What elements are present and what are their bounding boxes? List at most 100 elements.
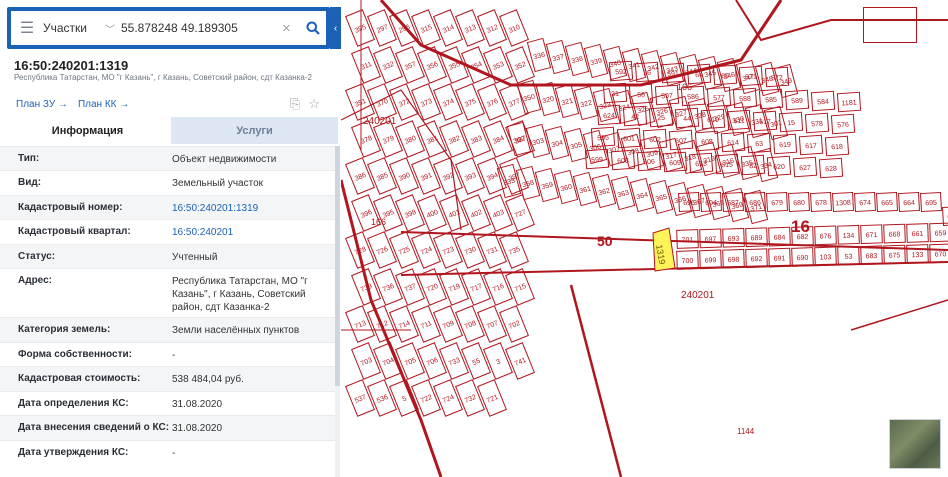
parcel[interactable]: 578 xyxy=(804,112,830,134)
parcel[interactable]: 693 xyxy=(722,227,745,248)
document-icon[interactable]: ⎘ xyxy=(290,96,300,112)
parcel[interactable]: 678 xyxy=(810,191,832,213)
chevron-down-icon[interactable]: ﹀ xyxy=(105,21,121,36)
parcel[interactable]: 699 xyxy=(699,249,722,270)
map-canvas[interactable]: 395 297 296 315 314 313 312 310311 332 357 356 355 3… xyxy=(341,0,948,477)
parcel[interactable]: 53 xyxy=(837,245,860,266)
search-input[interactable]: 55.878248 49.189305 xyxy=(121,21,282,35)
parcel[interactable]: 576 xyxy=(830,113,856,135)
parcel[interactable]: 676 xyxy=(814,225,837,246)
plan-kk-link[interactable]: План КК → xyxy=(78,99,129,110)
tab-services[interactable]: Услуги xyxy=(171,117,338,144)
parcel[interactable]: 700 xyxy=(676,250,699,270)
parcel[interactable]: 319 xyxy=(696,141,722,177)
parcel[interactable]: 618 xyxy=(824,135,850,157)
parcel[interactable]: 679 xyxy=(766,191,788,213)
chevron-left-icon: ‹ xyxy=(333,22,338,34)
parcel-number: 674 xyxy=(859,200,871,208)
parcel[interactable]: 364 xyxy=(629,177,655,213)
parcel[interactable]: 608 xyxy=(694,130,720,152)
parcel[interactable]: 664 xyxy=(898,191,920,213)
collapse-panel-button[interactable]: ‹ xyxy=(330,7,341,49)
parcel[interactable]: 665 xyxy=(876,191,898,213)
parcel-number: 297 xyxy=(376,24,390,35)
parcel-number: 618 xyxy=(831,144,843,152)
parcel[interactable]: 371 xyxy=(743,189,769,225)
parcel[interactable]: 337 xyxy=(545,39,571,75)
parcel[interactable]: 363 xyxy=(610,175,636,211)
parcel[interactable]: 627 xyxy=(792,156,818,178)
parcel[interactable]: 671 xyxy=(860,224,883,245)
info-label: Адрес: xyxy=(18,275,52,286)
parcel[interactable]: 305 xyxy=(563,127,589,163)
parcel[interactable]: 628 xyxy=(818,157,844,179)
parcel[interactable]: 15 xyxy=(778,111,804,133)
parcel[interactable]: 584 xyxy=(810,90,836,112)
parcel-number: 739 xyxy=(360,283,374,294)
menu-icon[interactable]: ☰ xyxy=(11,18,43,38)
parcel[interactable]: 595 xyxy=(590,126,616,148)
cadastral-map[interactable]: 395 297 296 315 314 313 312 310 311 332 357 356 355 3… xyxy=(341,0,948,477)
parcel[interactable]: 321 xyxy=(554,83,580,119)
parcel[interactable]: 691 xyxy=(768,247,791,268)
parcel[interactable]: 695 xyxy=(920,191,942,213)
parcel[interactable]: 697 xyxy=(699,228,722,249)
parcel[interactable]: 339 xyxy=(583,43,609,79)
parcel[interactable]: 661 xyxy=(906,223,929,243)
parcel[interactable]: 320 xyxy=(535,81,561,117)
parcel[interactable]: 685 xyxy=(942,205,948,227)
parcel[interactable]: 607 xyxy=(668,129,694,151)
parcel[interactable]: 619 xyxy=(772,133,798,155)
parcel[interactable]: 680 xyxy=(788,191,810,213)
parcel[interactable]: 670 xyxy=(929,243,948,264)
panel-scrollbar[interactable] xyxy=(335,146,340,477)
parcel[interactable]: 597 xyxy=(654,84,680,106)
parcel-number: 599 xyxy=(591,157,603,165)
cadastral-number-link[interactable]: 16:50:240201:1319 xyxy=(172,202,322,215)
parcel[interactable]: 338 xyxy=(564,41,590,77)
parcel[interactable]: 134 xyxy=(837,224,860,245)
quarter-label-left: 240201 xyxy=(363,116,397,127)
parcel[interactable]: 668 xyxy=(883,223,906,244)
basemap-switch-thumbnail[interactable] xyxy=(889,419,941,469)
parcel[interactable]: 360 xyxy=(553,169,579,205)
search-icon[interactable] xyxy=(300,21,326,35)
parcel[interactable]: 304 xyxy=(544,125,570,161)
parcel[interactable]: 701 xyxy=(676,229,699,249)
parcel[interactable]: 358 xyxy=(515,165,541,201)
parcel[interactable]: 674 xyxy=(854,191,876,213)
parcel[interactable]: 692 xyxy=(745,248,768,269)
parcel-number: 716 xyxy=(492,283,506,294)
parcel[interactable]: 341 xyxy=(621,47,647,83)
parcel[interactable]: 698 xyxy=(722,248,745,269)
parcel[interactable]: 585 xyxy=(758,88,784,110)
parcel[interactable]: 333 xyxy=(496,163,522,199)
star-icon[interactable]: ☆ xyxy=(308,96,320,112)
parcel-number: 338 xyxy=(571,56,584,66)
parcel[interactable]: 362 xyxy=(591,173,617,209)
parcel-number: 608 xyxy=(701,139,713,147)
parcel[interactable]: 322 xyxy=(573,85,599,121)
parcel-64[interactable] xyxy=(863,7,917,43)
parcel[interactable]: 133 xyxy=(906,244,929,264)
parcel[interactable]: 1181 xyxy=(836,91,862,113)
parcel[interactable]: 361 xyxy=(572,171,598,207)
parcel[interactable]: 359 xyxy=(534,167,560,203)
tab-info[interactable]: Информация xyxy=(4,117,171,144)
scrollbar-thumb[interactable] xyxy=(335,146,340,386)
parcel-number: 304 xyxy=(551,140,564,150)
cadastral-quarter-link[interactable]: 16:50:240201 xyxy=(172,226,322,239)
parcel[interactable]: 690 xyxy=(791,247,814,267)
parcel[interactable]: 103 xyxy=(814,246,837,267)
clear-icon[interactable]: × xyxy=(282,20,300,37)
parcel[interactable]: 365 xyxy=(648,179,674,215)
search-type-select[interactable]: Участки xyxy=(43,21,105,35)
parcel-number: 697 xyxy=(705,236,717,243)
info-value: 31.08.2020 xyxy=(172,399,223,410)
parcel[interactable]: 684 xyxy=(768,226,791,247)
parcel-number: 615 xyxy=(721,162,733,170)
parcel-number: 675 xyxy=(889,252,901,259)
plan-zu-link[interactable]: План ЗУ → xyxy=(16,99,68,110)
parcel[interactable]: 617 xyxy=(798,134,824,156)
parcel[interactable]: 1308 xyxy=(832,191,854,213)
